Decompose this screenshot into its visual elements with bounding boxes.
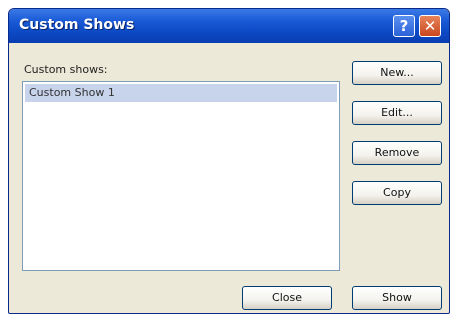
close-icon[interactable]: ✕ [419, 15, 441, 37]
custom-shows-list[interactable]: Custom Show 1 [22, 81, 340, 271]
custom-shows-dialog: Custom Shows ? ✕ Custom shows: Custom Sh… [8, 8, 450, 314]
show-button[interactable]: Show [352, 286, 442, 310]
help-icon[interactable]: ? [393, 15, 415, 37]
new-button[interactable]: New... [352, 61, 442, 85]
edit-button[interactable]: Edit... [352, 101, 442, 125]
list-item-selected[interactable]: Custom Show 1 [25, 84, 337, 102]
close-button[interactable]: Close [242, 286, 332, 310]
custom-shows-label: Custom shows: [24, 63, 108, 76]
title-bar[interactable]: Custom Shows ? ✕ [9, 9, 449, 43]
window-title: Custom Shows [19, 17, 135, 33]
remove-button[interactable]: Remove [352, 141, 442, 165]
dialog-body: Custom shows: Custom Show 1 New... Edit.… [12, 43, 446, 310]
copy-button[interactable]: Copy [352, 181, 442, 205]
